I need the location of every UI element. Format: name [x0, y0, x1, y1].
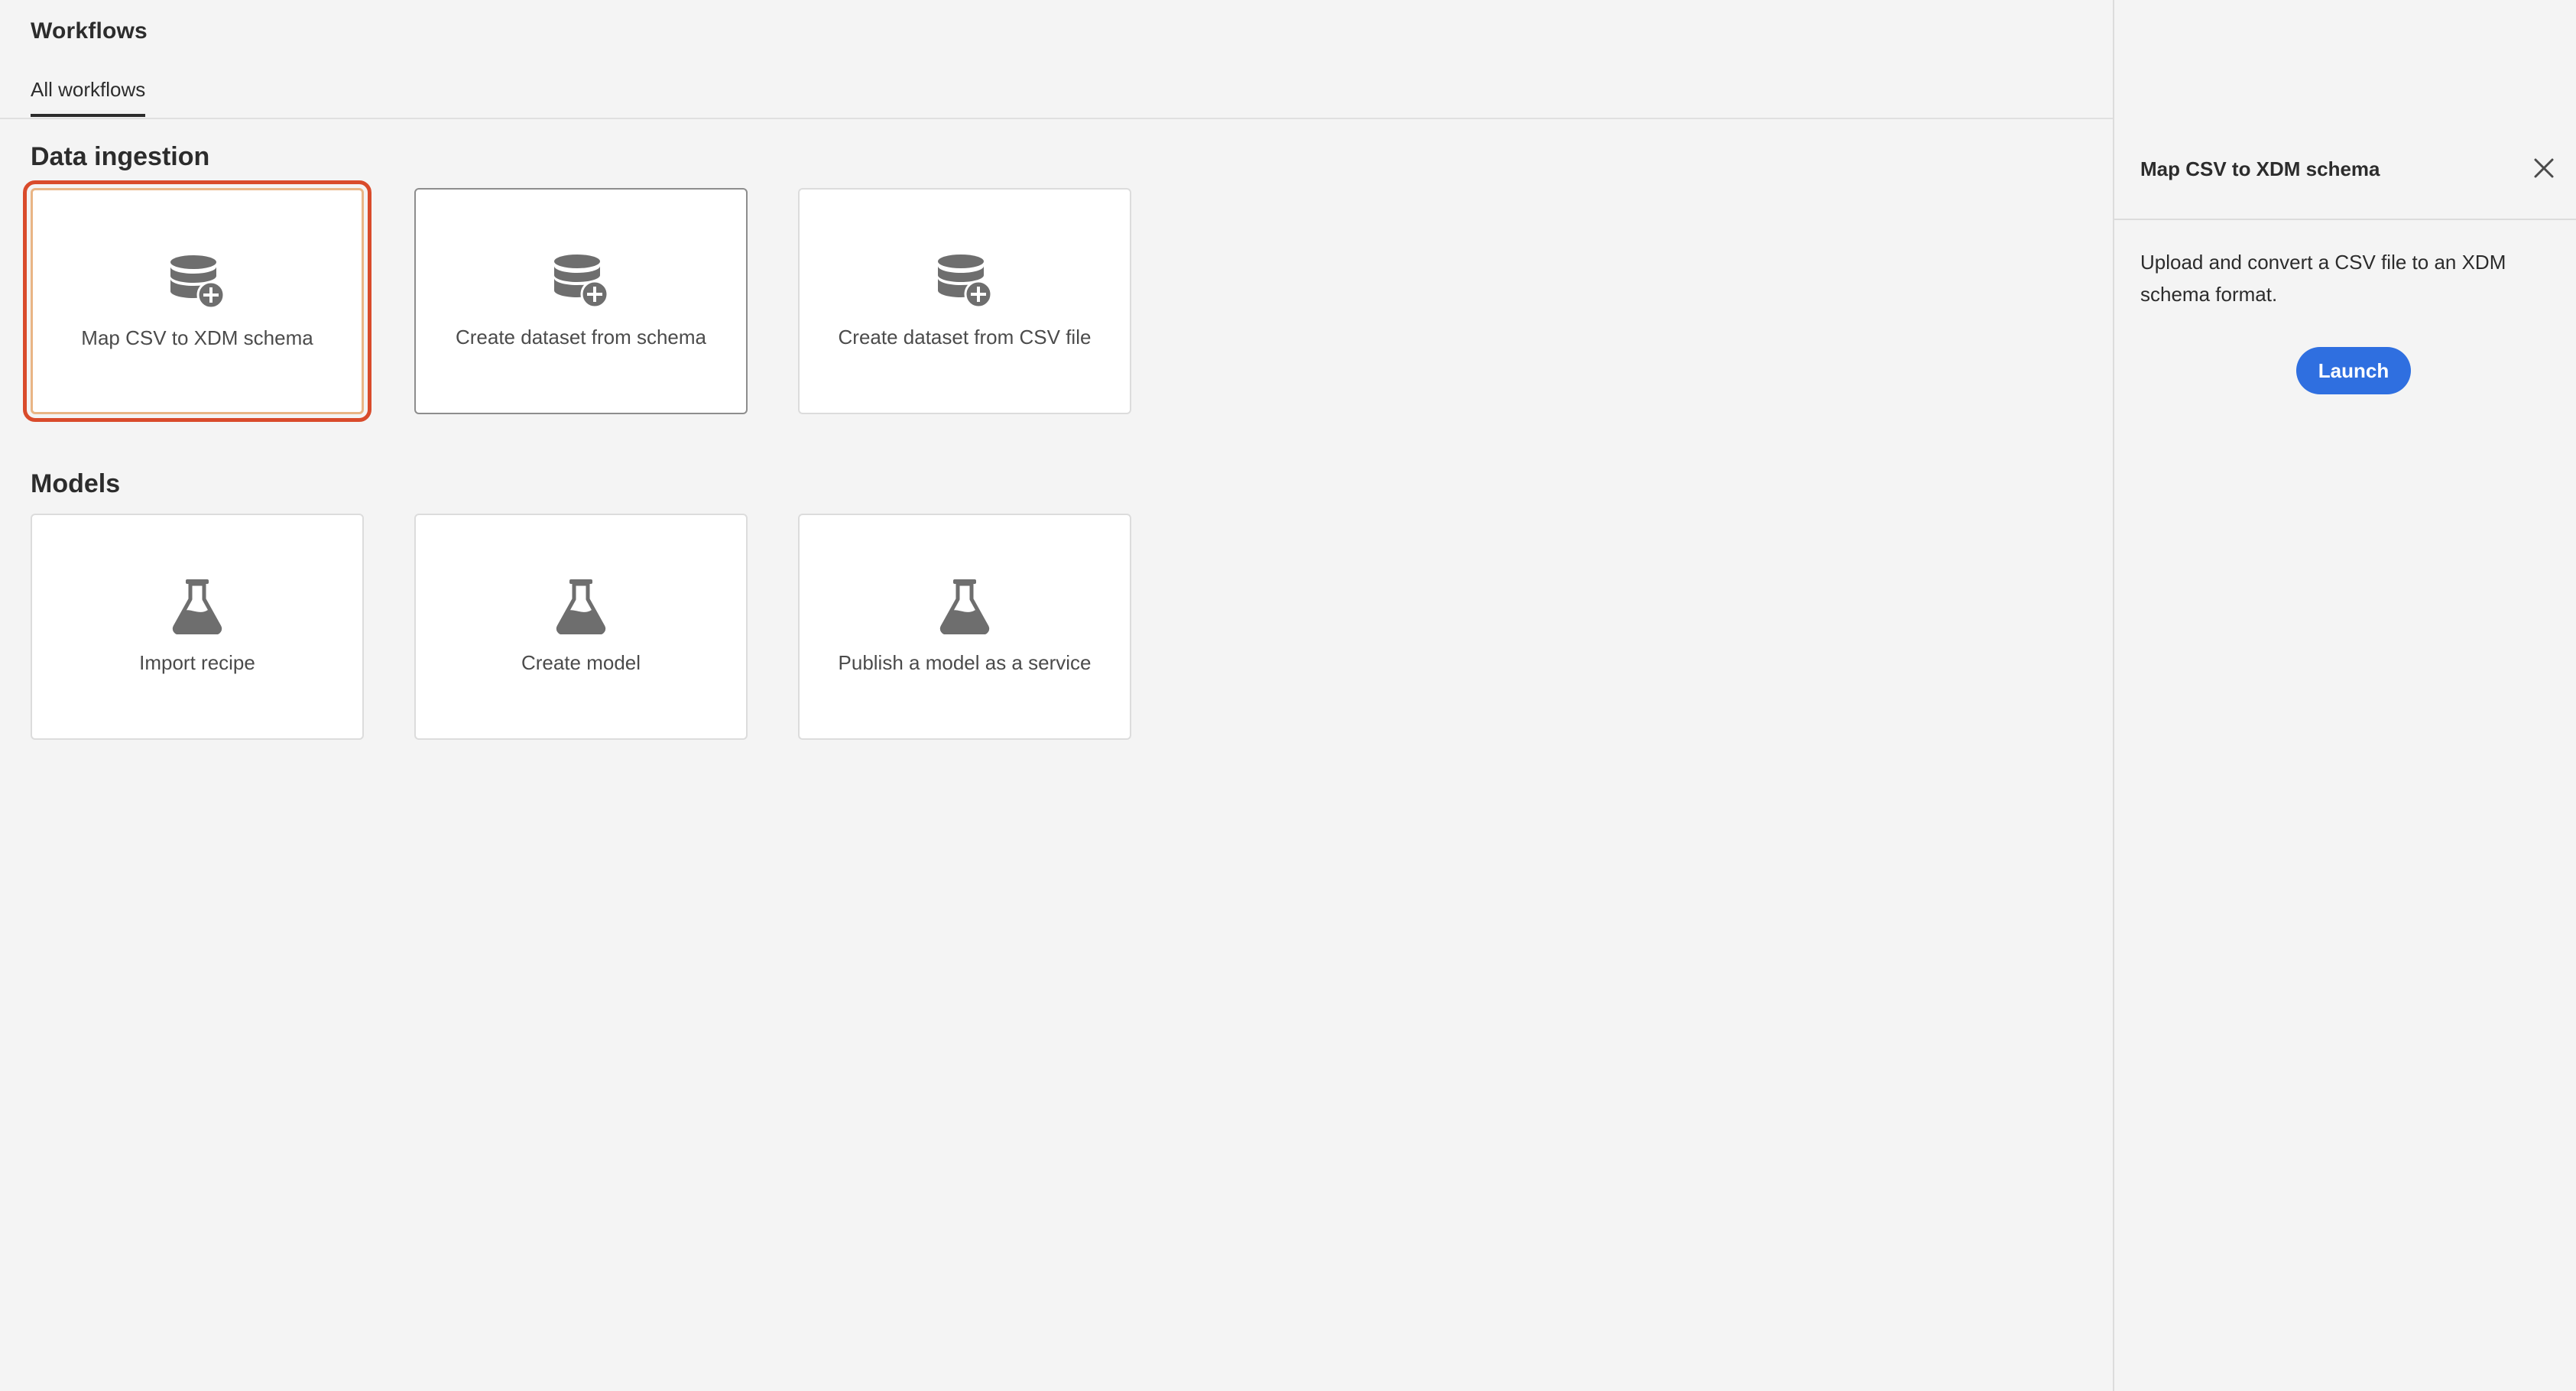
tab-bar: All workflows: [31, 78, 146, 117]
workflow-card-publish-model[interactable]: Publish a model as a service: [798, 514, 1131, 740]
flask-icon: [556, 579, 606, 634]
section-title-data-ingestion: Data ingestion: [31, 142, 210, 171]
database-plus-icon: [170, 255, 225, 310]
workflow-card-label: Publish a model as a service: [838, 651, 1092, 674]
workflow-card-label: Create model: [521, 651, 641, 674]
workflow-card-label: Map CSV to XDM schema: [81, 326, 313, 349]
workflow-card-label: Create dataset from CSV file: [838, 326, 1092, 349]
workflow-card-create-dataset-schema[interactable]: Create dataset from schema: [414, 188, 748, 414]
panel-title: Map CSV to XDM schema: [2140, 157, 2380, 180]
workflow-card-label: Import recipe: [139, 651, 255, 674]
section-title-models: Models: [31, 469, 121, 498]
data-ingestion-cards: Map CSV to XDM schema Create dataset fro…: [23, 180, 1131, 422]
workflow-card-label: Create dataset from schema: [455, 326, 707, 349]
database-plus-icon: [938, 255, 993, 309]
workflow-details-panel: Map CSV to XDM schema Upload and convert…: [2113, 0, 2576, 1391]
workflow-card-create-model[interactable]: Create model: [414, 514, 748, 740]
panel-divider: [2114, 219, 2576, 220]
flask-icon: [939, 579, 990, 634]
panel-description: Upload and convert a CSV file to an XDM …: [2140, 251, 2506, 306]
models-cards: Import recipe Create model Publish a mod…: [31, 514, 1131, 740]
close-icon[interactable]: [2532, 156, 2556, 180]
launch-button[interactable]: Launch: [2296, 347, 2411, 394]
database-plus-icon: [554, 255, 609, 309]
workflow-card-map-csv[interactable]: Map CSV to XDM schema: [23, 180, 371, 422]
page-title: Workflows: [31, 18, 148, 44]
workflow-card-create-dataset-csv[interactable]: Create dataset from CSV file: [798, 188, 1131, 414]
workflow-card-import-recipe[interactable]: Import recipe: [31, 514, 364, 740]
flask-icon: [172, 579, 222, 634]
tab-divider: [0, 118, 2113, 119]
tab-all-workflows[interactable]: All workflows: [31, 78, 146, 117]
